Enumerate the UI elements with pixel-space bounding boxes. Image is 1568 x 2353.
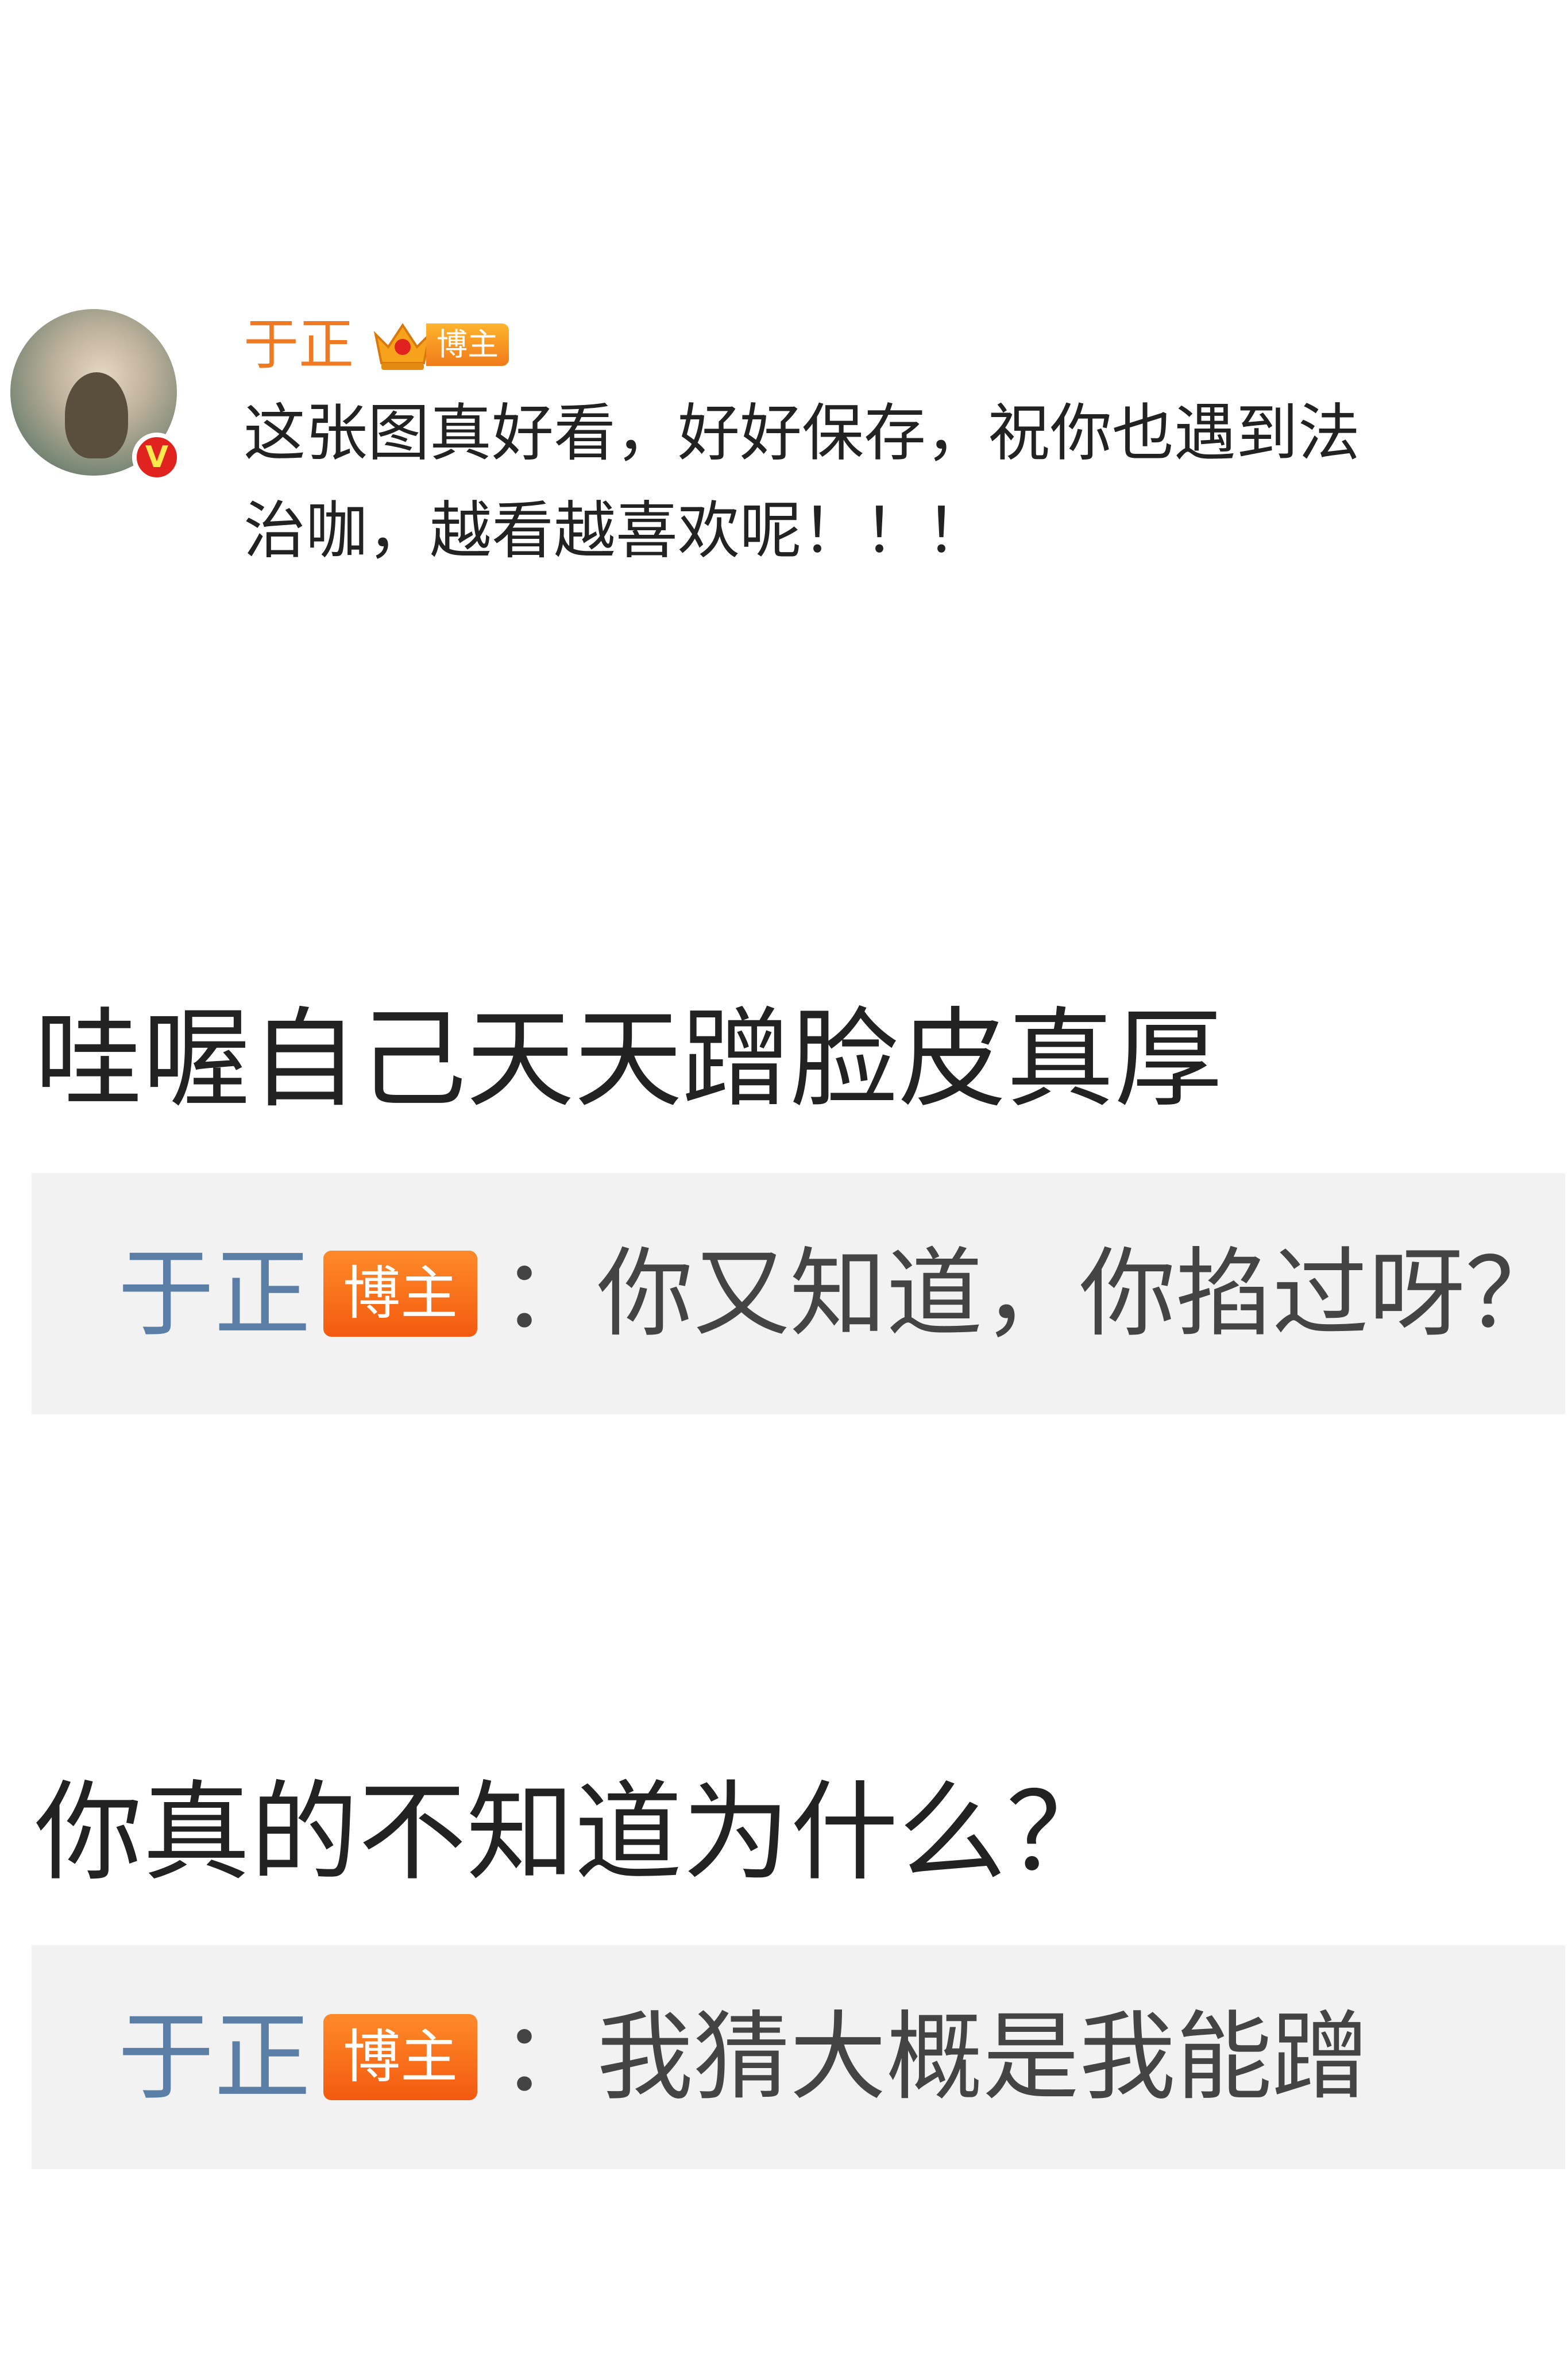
author-name[interactable]: 于正 [244, 310, 354, 379]
blogger-badge: 博主 [323, 1251, 477, 1337]
reply-box[interactable]: 于正 博主 ：我猜大概是我能蹭 [32, 1945, 1565, 2169]
reply-author[interactable]: 于正 [118, 2000, 311, 2115]
avatar-person-photo [65, 372, 128, 458]
post-text-line: 这张图真好看，好好保存，祝你也遇到法 [244, 398, 1361, 469]
author-line: 于正 博主 [244, 310, 509, 379]
post-text: 这张图真好看，好好保存，祝你也遇到法 治咖，越看越喜欢呢！！！ [244, 385, 1507, 580]
reply-author[interactable]: 于正 [118, 1236, 311, 1351]
blogger-badge-label: 博主 [426, 323, 509, 366]
comment-text: 哇喔自己天天蹭脸皮真厚 [34, 997, 1222, 1123]
blogger-badge: 博主 [323, 2014, 477, 2100]
post-text-line: 治咖，越看越喜欢呢！！！ [244, 495, 988, 567]
comment-text: 你真的不知道为什么？ [34, 1770, 1114, 1896]
blogger-badge: 博主 [371, 317, 509, 372]
crown-icon [373, 323, 432, 370]
reply-box[interactable]: 于正 博主 ：你又知道，你掐过呀？ [32, 1173, 1565, 1414]
avatar[interactable]: V [10, 309, 181, 482]
reply-text: ：你又知道，你掐过呀？ [500, 1237, 1562, 1350]
verified-v-icon: V [132, 433, 181, 482]
reply-text: ：我猜大概是我能蹭 [500, 2001, 1369, 2113]
